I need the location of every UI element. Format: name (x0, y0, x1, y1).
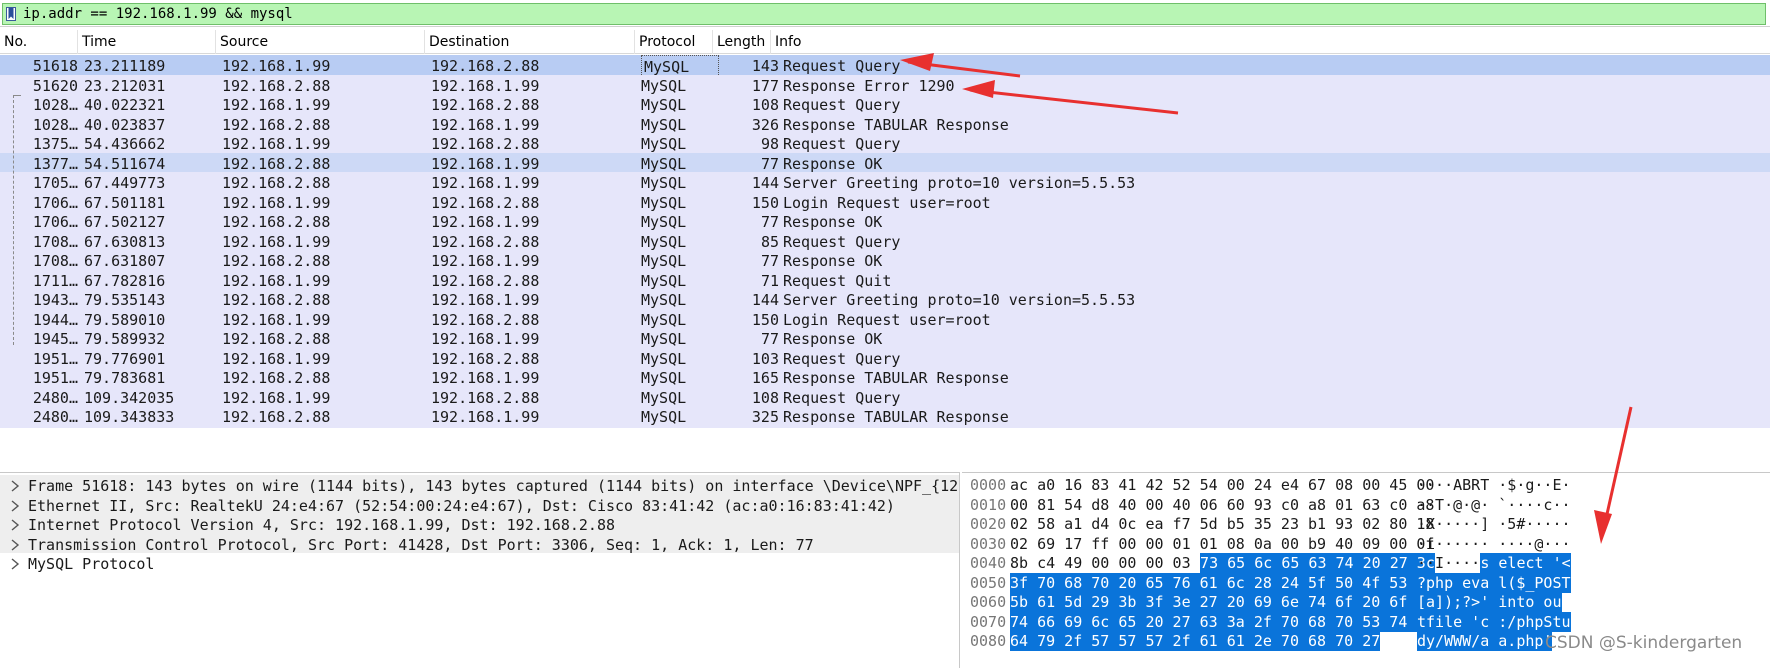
ascii-bytes-highlighted: dy/WWW/a a.php' (1417, 631, 1553, 651)
packet-row[interactable]: 2480… 109.343833 192.168.2.88 192.168.1.99 M… (0, 406, 1770, 428)
ascii-bytes-highlighted: ?php eva l($_POST (1417, 572, 1571, 593)
column-header-destination[interactable]: Destination (425, 30, 635, 54)
filter-expression: ip.addr == 192.168.1.99 && mysql (23, 6, 293, 22)
packet-number: 2480… (32, 408, 78, 426)
hex-bytes-highlighted: 74 66 69 6c 65 20 27 63 3a 2f 70 68 70 5… (1010, 611, 1435, 632)
packet-info: Response TABULAR Response (783, 408, 1009, 426)
hex-bytes: 00 81 54 d8 40 00 40 06 60 93 c0 a8 01 6… (1010, 495, 1435, 514)
display-filter-bar: ip.addr == 192.168.1.99 && mysql (0, 0, 1770, 27)
ascii-bytes: ·X·····] ·5#····· (1417, 515, 1571, 533)
packet-time: 109.343833 (84, 408, 175, 426)
ascii-bytes: ····ABRT ·$·g··E· (1417, 476, 1571, 494)
display-filter-input[interactable]: ip.addr == 192.168.1.99 && mysql (2, 3, 1766, 25)
packet-list-header: No. Time Source Destination Protocol Len… (0, 30, 1770, 54)
chevron-right-icon[interactable] (8, 517, 22, 533)
hex-bytes-highlighted: 64 79 2f 57 57 57 2f 61 61 2e 70 68 70 2… (1010, 631, 1381, 651)
chevron-right-icon[interactable] (8, 478, 22, 494)
hex-bytes-highlighted: 73 65 6c 65 63 74 20 27 3c (1200, 553, 1435, 573)
ascii-bytes-highlighted: tfile 'c :/phpStu (1417, 611, 1571, 632)
hex-bytes: ac a0 16 83 41 42 52 54 00 24 e4 67 08 0… (1010, 476, 1435, 494)
column-header-time[interactable]: Time (78, 30, 216, 54)
detail-tree-label: MySQL Protocol (28, 555, 155, 573)
packet-protocol: MySQL (641, 408, 687, 426)
column-header-source[interactable]: Source (216, 30, 425, 54)
column-header-info[interactable]: Info (771, 30, 1770, 54)
hex-bytes: 02 58 a1 d4 0c ea f7 5d b5 35 23 b1 93 0… (1010, 515, 1435, 533)
packet-destination: 192.168.1.99 (431, 408, 540, 426)
packet-details-pane[interactable]: Frame 51618: 143 bytes on wire (1144 bit… (0, 472, 960, 668)
conversation-tree-corner (13, 95, 21, 96)
chevron-right-icon[interactable] (8, 498, 22, 514)
chevron-right-icon[interactable] (8, 556, 22, 572)
packet-source: 192.168.2.88 (222, 408, 331, 426)
conversation-tree-line (13, 95, 14, 345)
hex-bytes: 8b c4 49 00 00 00 03 (1010, 554, 1191, 572)
ascii-bytes: ··T·@·@· `····c·· (1417, 495, 1571, 514)
ascii-bytes-highlighted: s elect '< (1480, 553, 1571, 573)
hex-offset: 0080 (970, 632, 1007, 650)
hex-bytes-highlighted: 3f 70 68 70 20 65 76 61 6c 28 24 5f 50 4… (1010, 572, 1435, 593)
column-header-length[interactable]: Length (713, 30, 771, 54)
column-header-no[interactable]: No. (0, 30, 78, 54)
watermark: CSDN @S-kindergarten (1545, 633, 1743, 653)
ascii-bytes: ·i······ ····@··· (1417, 534, 1571, 553)
ascii-bytes: ··I···· (1417, 554, 1481, 572)
bookmark-icon[interactable] (6, 7, 16, 21)
detail-tree-item[interactable]: MySQL Protocol (0, 553, 959, 575)
hex-bytes: 02 69 17 ff 00 00 01 01 08 0a 00 b9 40 0… (1010, 534, 1435, 553)
ascii-bytes-highlighted: [a]);?>' into ou (1417, 592, 1562, 612)
chevron-right-icon[interactable] (8, 537, 22, 553)
column-header-protocol[interactable]: Protocol (635, 30, 713, 54)
packet-length: 325 (751, 408, 779, 426)
packet-list[interactable]: No. Time Source Destination Protocol Len… (0, 30, 1770, 466)
hex-bytes-highlighted: 5b 61 5d 29 3b 3f 3e 27 20 69 6e 74 6f 2… (1010, 592, 1435, 612)
